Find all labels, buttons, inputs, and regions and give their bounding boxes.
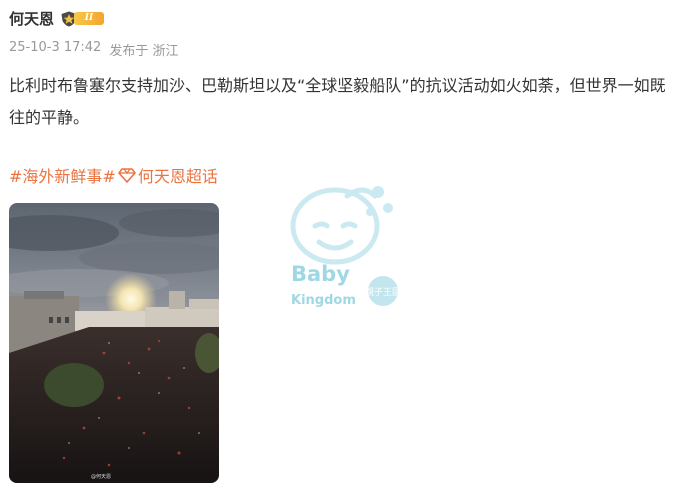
hashtag-overseas-news[interactable]: #海外新鲜事# bbox=[9, 163, 116, 187]
hashtag-super-topic[interactable]: 何天恩超话 bbox=[138, 163, 218, 187]
post-photo[interactable]: @何天恩 bbox=[9, 203, 219, 483]
watermark-text-baby: Baby bbox=[291, 262, 350, 286]
diamond-icon bbox=[118, 168, 136, 183]
watermark-text-kingdom: Kingdom bbox=[291, 293, 356, 308]
post-date[interactable]: 25-10-3 17:42 bbox=[9, 40, 101, 59]
user-badge[interactable]: II bbox=[60, 11, 105, 27]
post-text: 比利时布鲁塞尔支持加沙、巴勒斯坦以及“全球坚毅船队”的抗议活动如火如荼，但世界一… bbox=[9, 76, 666, 127]
post-header: 何天恩 II bbox=[9, 8, 105, 29]
username[interactable]: 何天恩 bbox=[9, 8, 54, 29]
protest-crowd-photo bbox=[9, 203, 219, 483]
hashtag-row: #海外新鲜事# 何天恩超话 bbox=[9, 163, 218, 187]
watermark-seal: 親子王國 bbox=[365, 286, 401, 298]
post-meta: 25-10-3 17:42 发布于 浙江 bbox=[9, 40, 178, 59]
photo-credit: @何天恩 bbox=[91, 474, 112, 480]
level-badge: II bbox=[74, 12, 105, 25]
post-source: 发布于 浙江 bbox=[109, 44, 179, 59]
